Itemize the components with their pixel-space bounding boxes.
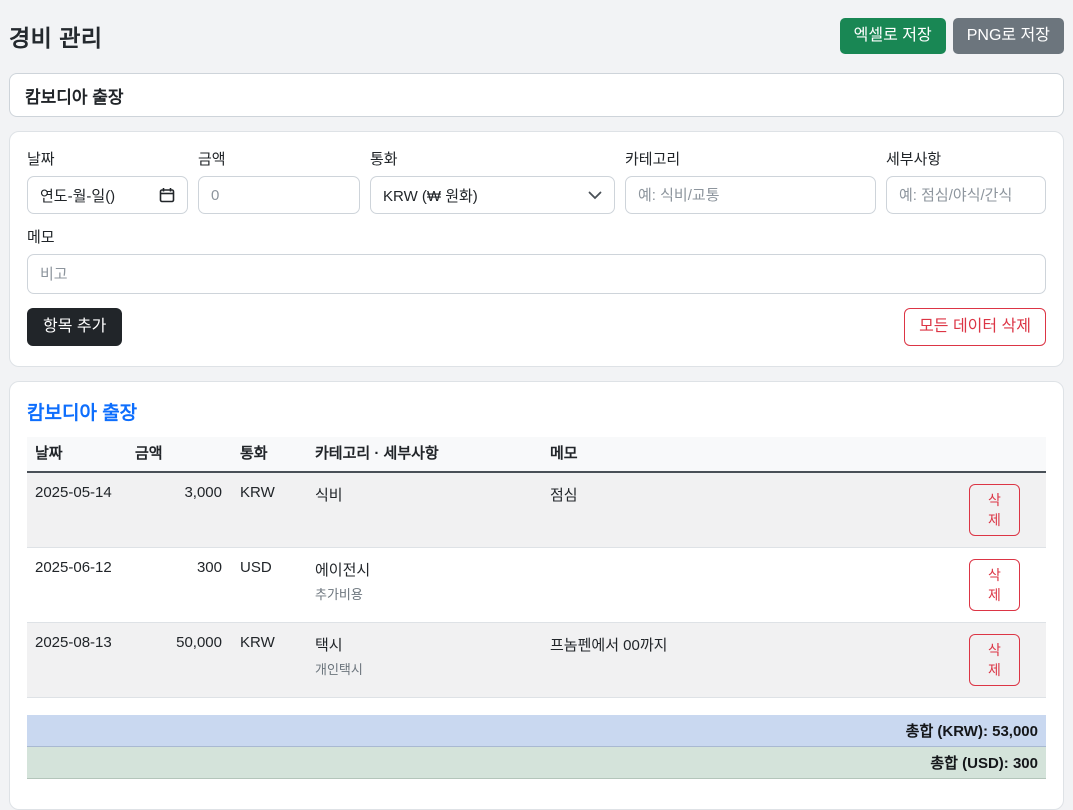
trip-section-title: 캄보디아 출장 [27, 398, 1046, 425]
cell-date: 2025-06-12 [27, 548, 127, 623]
amount-label: 금액 [198, 148, 360, 169]
currency-label: 통화 [370, 148, 615, 169]
save-png-button[interactable]: PNG로 저장 [953, 18, 1064, 54]
category-field-group: 카테고리 [625, 148, 876, 214]
cell-currency: USD [232, 548, 307, 623]
delete-row-button[interactable]: 삭제 [969, 484, 1020, 536]
category-detail-text: 개인택시 [315, 659, 534, 678]
cell-category: 택시 개인택시 [307, 623, 542, 698]
col-header-category-detail: 카테고리 · 세부사항 [307, 437, 542, 472]
col-header-memo: 메모 [542, 437, 961, 472]
save-excel-button[interactable]: 엑셀로 저장 [840, 18, 946, 54]
category-text: 택시 [315, 634, 534, 655]
total-krw-label: 총합 (KRW): 53,000 [906, 720, 1038, 741]
table-row: 2025-05-14 3,000 KRW 식비 점심 삭제 [27, 472, 1046, 548]
cell-category: 식비 [307, 472, 542, 548]
expense-table-card: 캄보디아 출장 날짜 금액 통화 카테고리 · 세부사항 메모 2025-05-… [9, 381, 1064, 810]
date-field-group: 날짜 연도-월-일() [27, 148, 188, 214]
col-header-amount: 금액 [127, 437, 232, 472]
cell-date: 2025-05-14 [27, 472, 127, 548]
total-usd-row: 총합 (USD): 300 [27, 747, 1046, 779]
add-item-button[interactable]: 항목 추가 [27, 308, 122, 346]
delete-row-button[interactable]: 삭제 [969, 634, 1020, 686]
cell-currency: KRW [232, 472, 307, 548]
totals-section: 총합 (KRW): 53,000 총합 (USD): 300 [27, 715, 1046, 779]
total-krw-row: 총합 (KRW): 53,000 [27, 715, 1046, 747]
category-text: 에이전시 [315, 559, 534, 580]
form-field-row: 날짜 연도-월-일() 금액 통화 KRW (₩ 원화) [27, 148, 1046, 214]
amount-field-group: 금액 [198, 148, 360, 214]
cell-date: 2025-08-13 [27, 623, 127, 698]
calendar-icon[interactable] [159, 187, 175, 203]
detail-field-group: 세부사항 [886, 148, 1046, 214]
detail-label: 세부사항 [886, 148, 1046, 169]
col-header-date: 날짜 [27, 437, 127, 472]
expense-table-body: 2025-05-14 3,000 KRW 식비 점심 삭제 2025-06-12… [27, 472, 1046, 698]
table-row: 2025-06-12 300 USD 에이전시 추가비용 삭제 [27, 548, 1046, 623]
cell-amount: 50,000 [127, 623, 232, 698]
top-actions: 엑셀로 저장 PNG로 저장 [840, 18, 1064, 54]
cell-memo: 점심 [542, 472, 961, 548]
expense-table: 날짜 금액 통화 카테고리 · 세부사항 메모 2025-05-14 3,000… [27, 437, 1046, 698]
date-input-value: 연도-월-일() [40, 185, 115, 206]
col-header-actions [961, 437, 1046, 472]
category-detail-text: 추가비용 [315, 584, 534, 603]
cell-amount: 300 [127, 548, 232, 623]
entry-form-card: 날짜 연도-월-일() 금액 통화 KRW (₩ 원화) [9, 131, 1064, 367]
memo-input[interactable] [27, 254, 1046, 294]
cell-currency: KRW [232, 623, 307, 698]
memo-label: 메모 [27, 226, 1046, 247]
currency-field-group: 통화 KRW (₩ 원화) [370, 148, 615, 214]
chevron-down-icon [588, 191, 602, 200]
clear-all-data-button[interactable]: 모든 데이터 삭제 [904, 308, 1046, 346]
col-header-currency: 통화 [232, 437, 307, 472]
currency-selected-value: KRW (₩ 원화) [383, 185, 478, 206]
delete-row-button[interactable]: 삭제 [969, 559, 1020, 611]
date-label: 날짜 [27, 148, 188, 169]
amount-input[interactable] [198, 176, 360, 214]
cell-memo: 프놈펜에서 00까지 [542, 623, 961, 698]
cell-actions: 삭제 [961, 623, 1046, 698]
trip-name-input[interactable] [9, 73, 1064, 117]
form-actions: 항목 추가 모든 데이터 삭제 [27, 308, 1046, 346]
cell-actions: 삭제 [961, 472, 1046, 548]
top-bar: 경비 관리 엑셀로 저장 PNG로 저장 [9, 0, 1064, 54]
table-row: 2025-08-13 50,000 KRW 택시 개인택시 프놈펜에서 00까지… [27, 623, 1046, 698]
currency-select[interactable]: KRW (₩ 원화) [370, 176, 615, 214]
category-label: 카테고리 [625, 148, 876, 169]
cell-actions: 삭제 [961, 548, 1046, 623]
page-title: 경비 관리 [9, 19, 103, 53]
cell-category: 에이전시 추가비용 [307, 548, 542, 623]
cell-memo [542, 548, 961, 623]
category-input[interactable] [625, 176, 876, 214]
total-usd-label: 총합 (USD): 300 [930, 752, 1038, 773]
cell-amount: 3,000 [127, 472, 232, 548]
detail-input[interactable] [886, 176, 1046, 214]
category-text: 식비 [315, 484, 534, 505]
expense-table-head: 날짜 금액 통화 카테고리 · 세부사항 메모 [27, 437, 1046, 472]
date-input[interactable]: 연도-월-일() [27, 176, 188, 214]
